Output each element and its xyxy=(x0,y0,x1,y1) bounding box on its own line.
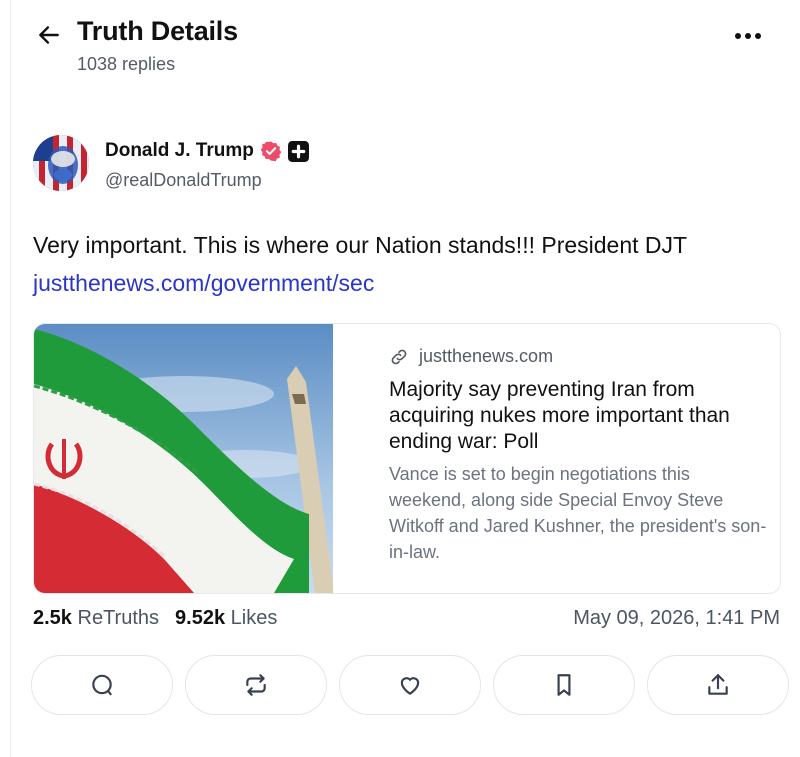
post-text: Very important. This is where our Nation… xyxy=(33,232,688,258)
post-stats: 2.5k ReTruths 9.52k Likes xyxy=(33,607,277,630)
share-button[interactable] xyxy=(647,655,789,715)
bookmark-icon xyxy=(557,674,571,696)
reply-icon xyxy=(92,674,112,696)
avatar[interactable] xyxy=(33,135,89,191)
action-bar xyxy=(31,655,789,715)
card-domain: justthenews.com xyxy=(419,346,554,366)
card-title: Majority say preventing Iran from acquir… xyxy=(389,378,730,453)
retruths-stat[interactable]: 2.5k ReTruths xyxy=(33,607,159,630)
left-divider xyxy=(10,0,11,757)
post-timestamp: May 09, 2026, 1:41 PM xyxy=(573,607,780,629)
like-button[interactable] xyxy=(339,655,481,715)
link-preview-card[interactable]: justthenews.com Majority say preventing … xyxy=(33,323,781,594)
card-image xyxy=(34,324,333,593)
header: Truth Details 1038 replies xyxy=(0,0,800,100)
retruths-count: 2.5k xyxy=(33,607,72,629)
card-body: justthenews.com Majority say preventing … xyxy=(389,346,769,565)
share-icon xyxy=(708,674,728,695)
likes-stat[interactable]: 9.52k Likes xyxy=(175,607,277,630)
retruth-icon xyxy=(246,674,266,696)
post-link[interactable]: justthenews.com/government/sec xyxy=(33,270,374,297)
author-name[interactable]: Donald J. Trump xyxy=(105,140,254,162)
avatar-image xyxy=(33,135,89,191)
bookmark-button[interactable] xyxy=(493,655,635,715)
link-icon xyxy=(391,349,407,364)
page-title: Truth Details xyxy=(77,16,238,46)
retruth-button[interactable] xyxy=(185,655,327,715)
back-button[interactable] xyxy=(34,20,64,50)
back-arrow-icon xyxy=(39,26,59,44)
verified-icon xyxy=(260,141,282,162)
more-options-button[interactable] xyxy=(728,22,768,50)
retruths-label: ReTruths xyxy=(77,607,160,629)
card-description: Vance is set to begin negotiations this … xyxy=(389,464,767,562)
likes-count: 9.52k xyxy=(175,607,226,629)
reply-button[interactable] xyxy=(31,655,173,715)
likes-label: Likes xyxy=(230,607,278,629)
plus-badge-icon xyxy=(287,140,309,162)
heart-icon xyxy=(400,677,420,695)
card-domain-row: justthenews.com xyxy=(389,346,769,367)
replies-count: 1038 replies xyxy=(77,54,176,74)
author-name-row: Donald J. Trump xyxy=(105,140,309,162)
more-icon xyxy=(735,33,761,39)
author-handle[interactable]: @realDonaldTrump xyxy=(105,170,262,191)
